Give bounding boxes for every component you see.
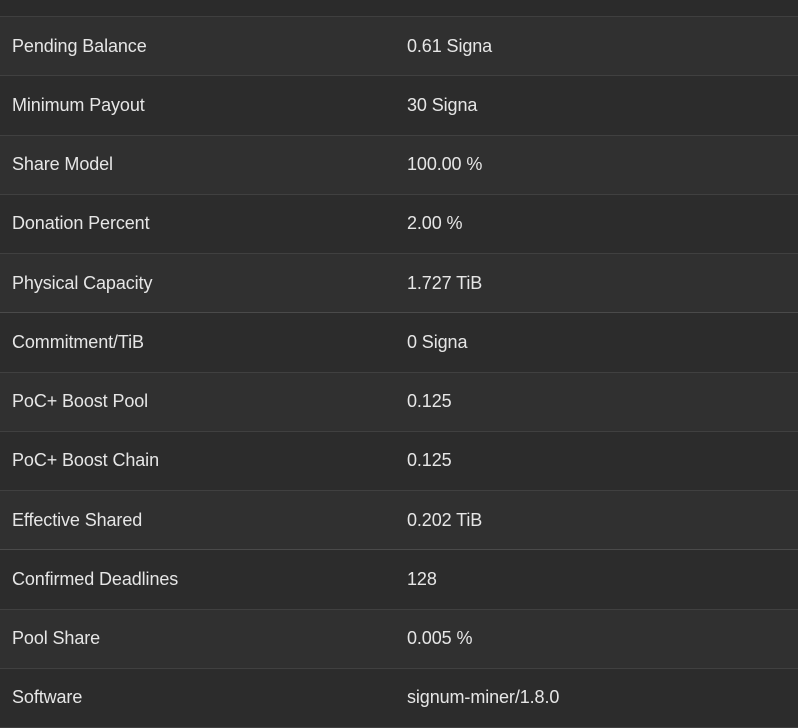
row-label: Pending Balance — [12, 35, 147, 56]
row-value: 128 — [407, 568, 437, 589]
row-label: Software — [12, 687, 83, 708]
row-label: Share Model — [12, 154, 113, 175]
row-value: 100.00 % — [407, 154, 483, 175]
table-row: Commitment/TiB 0 Signa — [0, 313, 798, 373]
row-value: 30 Signa — [407, 94, 478, 115]
row-label: Physical Capacity — [12, 272, 153, 293]
table-row: Confirmed Deadlines 128 — [0, 550, 798, 610]
table-row: PoC+ Boost Pool 0.125 — [0, 372, 798, 432]
table-top-band — [0, 0, 798, 17]
row-label: Minimum Payout — [12, 94, 145, 115]
row-label: PoC+ Boost Chain — [12, 450, 159, 471]
row-label: PoC+ Boost Pool — [12, 391, 149, 412]
table-row: Minimum Payout 30 Signa — [0, 76, 798, 136]
table-row: Pending Balance 0.61 Signa — [0, 17, 798, 77]
row-value: 0 Signa — [407, 331, 468, 352]
table-row: Pool Share 0.005 % — [0, 609, 798, 669]
row-value: signum-miner/1.8.0 — [407, 687, 560, 708]
row-label: Commitment/TiB — [12, 331, 144, 352]
miner-info-table: Pending Balance 0.61 Signa Minimum Payou… — [0, 0, 798, 728]
table-row: Software signum-miner/1.8.0 — [0, 668, 798, 728]
row-value: 2.00 % — [407, 213, 463, 234]
table-row: Donation Percent 2.00 % — [0, 194, 798, 254]
table-row: PoC+ Boost Chain 0.125 — [0, 431, 798, 491]
row-label: Effective Shared — [12, 509, 143, 530]
row-value: 1.727 TiB — [407, 272, 483, 293]
table-row: Effective Shared 0.202 TiB — [0, 491, 798, 551]
row-value: 0.125 — [407, 391, 452, 412]
row-label: Donation Percent — [12, 213, 150, 234]
row-value: 0.202 TiB — [407, 509, 483, 530]
row-label: Pool Share — [12, 628, 101, 649]
table-row: Physical Capacity 1.727 TiB — [0, 254, 798, 314]
row-value: 0.125 — [407, 450, 452, 471]
row-value: 0.005 % — [407, 628, 473, 649]
row-value: 0.61 Signa — [407, 35, 493, 56]
table-row: Share Model 100.00 % — [0, 135, 798, 195]
row-label: Confirmed Deadlines — [12, 568, 179, 589]
